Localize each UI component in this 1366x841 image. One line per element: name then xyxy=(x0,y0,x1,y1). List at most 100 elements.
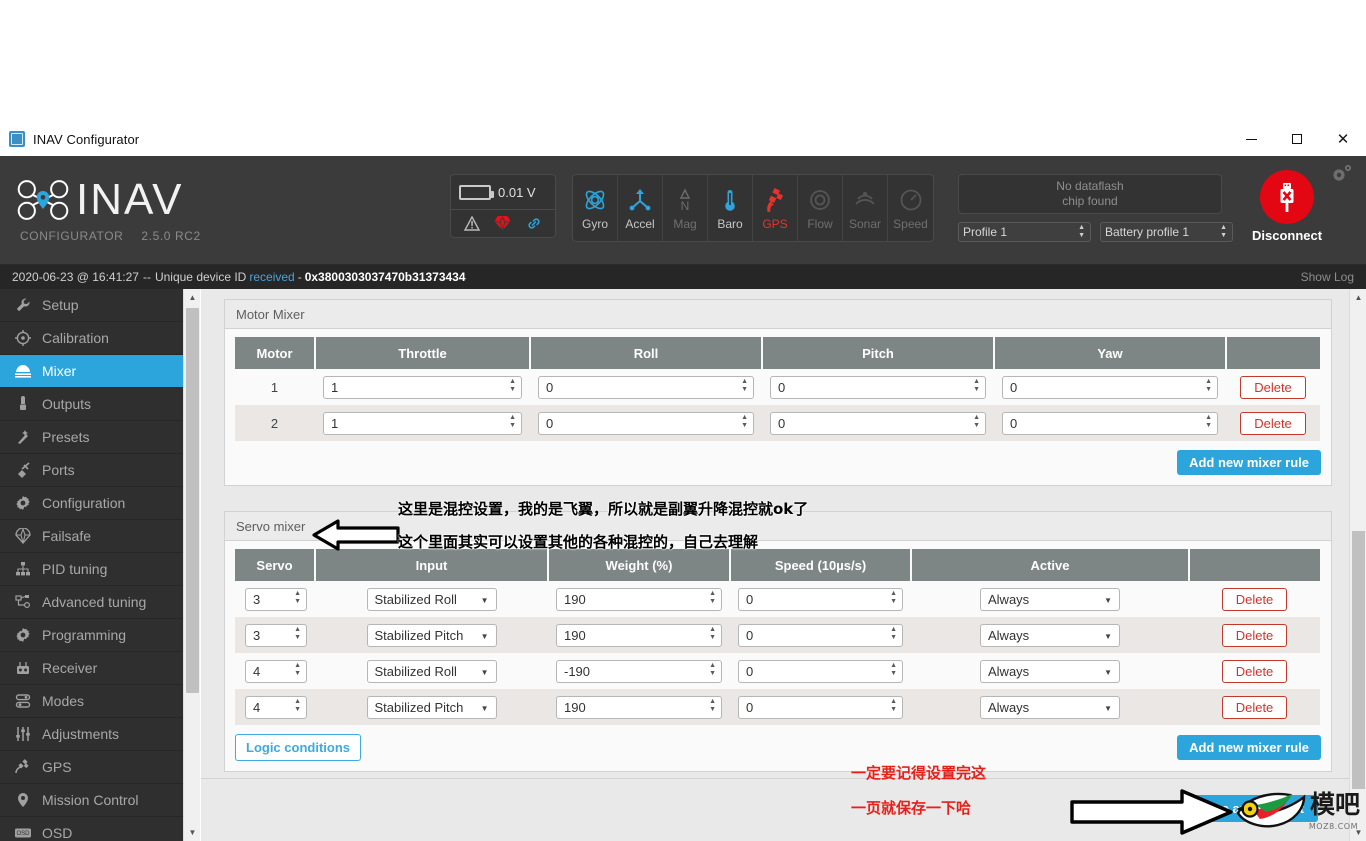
motor-yaw-input[interactable]: 0 ▲ ▼ xyxy=(1002,411,1218,435)
sidebar-item-osd[interactable]: OSD OSD xyxy=(0,817,183,841)
servo-weight-input[interactable]: 190 ▲ ▼ xyxy=(556,587,722,611)
profile-select[interactable]: Profile 1 ▲ ▼ xyxy=(958,222,1091,242)
stepper-arrows-icon[interactable]: ▲ ▼ xyxy=(509,414,516,429)
servo-weight-input[interactable]: 190 ▲ ▼ xyxy=(556,695,722,719)
sidebar-item-advanced-tuning[interactable]: Advanced tuning xyxy=(0,586,183,619)
motor-roll-input[interactable]: 0 ▲ ▼ xyxy=(538,411,754,435)
sensor-mag: N Mag xyxy=(663,175,708,241)
sidebar-item-programming[interactable]: Programming xyxy=(0,619,183,652)
motor-throttle-input[interactable]: 1 ▲ ▼ xyxy=(323,411,522,435)
stepper-arrows-icon[interactable]: ▲ ▼ xyxy=(1205,378,1212,393)
motor-pitch-input[interactable]: 0 ▲ ▼ xyxy=(770,411,986,435)
battery-profile-select[interactable]: Battery profile 1 ▲ ▼ xyxy=(1100,222,1233,242)
sidebar-item-ports[interactable]: Ports xyxy=(0,454,183,487)
servo-active-select[interactable]: Always ▼ xyxy=(980,659,1120,683)
servo-speed-input[interactable]: 0 ▲ ▼ xyxy=(738,623,903,647)
stepper-arrows-icon[interactable]: ▲ ▼ xyxy=(294,662,301,677)
disconnect-button[interactable]: Disconnect xyxy=(1252,170,1322,243)
stepper-arrows-icon[interactable]: ▲ ▼ xyxy=(294,626,301,641)
servo-weight-input[interactable]: -190 ▲ ▼ xyxy=(556,659,722,683)
stepper-arrows-icon[interactable]: ▲ ▼ xyxy=(1205,414,1212,429)
content-scrollbar[interactable]: ▲ ▼ xyxy=(1349,289,1366,841)
delete-button[interactable]: Delete xyxy=(1221,659,1288,683)
scroll-up-icon[interactable]: ▲ xyxy=(1350,289,1366,306)
sidebar-item-setup[interactable]: Setup xyxy=(0,289,183,322)
motor-throttle-input[interactable]: 1 ▲ ▼ xyxy=(323,375,522,399)
stepper-arrows-icon[interactable]: ▲ ▼ xyxy=(709,662,716,677)
add-motor-mixer-rule-button[interactable]: Add new mixer rule xyxy=(1177,450,1321,475)
log-message-link[interactable]: received xyxy=(249,270,294,284)
motor-yaw-input[interactable]: 0 ▲ ▼ xyxy=(1002,375,1218,399)
servo-index-input[interactable]: 3 ▲ ▼ xyxy=(245,587,307,611)
delete-button[interactable]: Delete xyxy=(1240,411,1306,435)
annotation-note-line-2: 这个里面其实可以设置其他的各种混控的，自己去理解 xyxy=(398,533,759,551)
sidebar-item-mixer[interactable]: Mixer xyxy=(0,355,183,388)
motor-pitch-input[interactable]: 0 ▲ ▼ xyxy=(770,375,986,399)
minimize-button[interactable] xyxy=(1228,122,1274,156)
chevron-down-icon: ▼ xyxy=(1104,631,1112,641)
stepper-arrows-icon[interactable]: ▲ ▼ xyxy=(709,626,716,641)
stepper-arrows-icon[interactable]: ▲ ▼ xyxy=(890,626,897,641)
sidebar-item-gps[interactable]: GPS xyxy=(0,751,183,784)
servo-input-select[interactable]: Stabilized Pitch ▼ xyxy=(366,623,497,647)
servo-index-input[interactable]: 4 ▲ ▼ xyxy=(245,695,307,719)
scroll-down-icon[interactable]: ▼ xyxy=(184,824,201,841)
sidebar-item-configuration[interactable]: Configuration xyxy=(0,487,183,520)
settings-gear-icon[interactable] xyxy=(1330,164,1352,184)
sidebar-item-mission-control[interactable]: Mission Control xyxy=(0,784,183,817)
sidebar-nav: Setup Calibration Mixer Outputs Presets xyxy=(0,289,183,841)
stepper-arrows-icon[interactable]: ▲ ▼ xyxy=(741,414,748,429)
stepper-arrows-icon[interactable]: ▲ ▼ xyxy=(741,378,748,393)
servo-active-select[interactable]: Always ▼ xyxy=(980,587,1120,611)
stepper-arrows-icon[interactable]: ▲ ▼ xyxy=(890,590,897,605)
servo-input-select[interactable]: Stabilized Roll ▼ xyxy=(366,659,497,683)
servo-index-input[interactable]: 4 ▲ ▼ xyxy=(245,659,307,683)
sensor-speed: Speed xyxy=(888,175,933,241)
stepper-arrows-icon[interactable]: ▲ ▼ xyxy=(890,698,897,713)
servo-weight-input[interactable]: 190 ▲ ▼ xyxy=(556,623,722,647)
servo-active-select[interactable]: Always ▼ xyxy=(980,623,1120,647)
servo-index-input[interactable]: 3 ▲ ▼ xyxy=(245,623,307,647)
sidebar-item-failsafe[interactable]: Failsafe xyxy=(0,520,183,553)
show-log-button[interactable]: Show Log xyxy=(1301,270,1354,284)
scroll-up-icon[interactable]: ▲ xyxy=(184,289,201,306)
sidebar-item-presets[interactable]: Presets xyxy=(0,421,183,454)
motor-roll-input[interactable]: 0 ▲ ▼ xyxy=(538,375,754,399)
servo-speed-input[interactable]: 0 ▲ ▼ xyxy=(738,659,903,683)
delete-button[interactable]: Delete xyxy=(1221,587,1288,611)
usb-disconnect-icon xyxy=(1260,170,1314,224)
sidebar-scrollbar[interactable]: ▲ ▼ xyxy=(183,289,200,841)
column-header-servo: Servo xyxy=(235,549,316,581)
sidebar-item-adjustments[interactable]: Adjustments xyxy=(0,718,183,751)
delete-button[interactable]: Delete xyxy=(1240,375,1306,399)
close-button[interactable]: ✕ xyxy=(1320,122,1366,156)
stepper-arrows-icon[interactable]: ▲ ▼ xyxy=(890,662,897,677)
servo-speed-input[interactable]: 0 ▲ ▼ xyxy=(738,695,903,719)
stepper-arrows-icon[interactable]: ▲ ▼ xyxy=(709,698,716,713)
stepper-arrows-icon[interactable]: ▲ ▼ xyxy=(973,414,980,429)
servo-input-select[interactable]: Stabilized Pitch ▼ xyxy=(366,695,497,719)
servo-speed-input[interactable]: 0 ▲ ▼ xyxy=(738,587,903,611)
sidebar-item-modes[interactable]: Modes xyxy=(0,685,183,718)
value: 0 xyxy=(1010,415,1018,431)
servo-active-select[interactable]: Always ▼ xyxy=(980,695,1120,719)
delete-button[interactable]: Delete xyxy=(1221,695,1288,719)
sidebar-item-outputs[interactable]: Outputs xyxy=(0,388,183,421)
sidebar-item-receiver[interactable]: Receiver xyxy=(0,652,183,685)
stepper-arrows-icon[interactable]: ▲ ▼ xyxy=(709,590,716,605)
logic-conditions-button[interactable]: Logic conditions xyxy=(235,734,361,761)
stepper-arrows-icon[interactable]: ▲ ▼ xyxy=(294,698,301,713)
sidebar-item-label: Programming xyxy=(42,627,127,643)
stepper-arrows-icon[interactable]: ▲ ▼ xyxy=(294,590,301,605)
watermark-subtext: MOZ8.COM xyxy=(1308,822,1358,831)
stepper-arrows-icon[interactable]: ▲ ▼ xyxy=(973,378,980,393)
stepper-arrows-icon[interactable]: ▲ ▼ xyxy=(509,378,516,393)
servo-input-select[interactable]: Stabilized Roll ▼ xyxy=(366,587,497,611)
sidebar-item-pid-tuning[interactable]: PID tuning xyxy=(0,553,183,586)
scrollbar-thumb[interactable] xyxy=(1352,531,1365,789)
add-servo-mixer-rule-button[interactable]: Add new mixer rule xyxy=(1177,735,1321,760)
scrollbar-thumb[interactable] xyxy=(186,308,199,693)
maximize-button[interactable] xyxy=(1274,122,1320,156)
sidebar-item-calibration[interactable]: Calibration xyxy=(0,322,183,355)
delete-button[interactable]: Delete xyxy=(1221,623,1288,647)
